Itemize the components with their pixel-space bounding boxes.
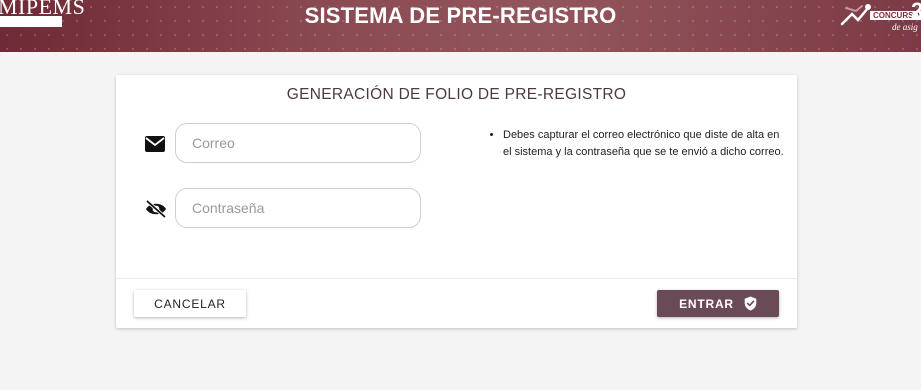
login-card: GENERACIÓN DE FOLIO DE PRE-REGISTRO Debe…: [116, 75, 797, 328]
cancel-button[interactable]: CANCELAR: [134, 290, 246, 317]
card-title: GENERACIÓN DE FOLIO DE PRE-REGISTRO: [286, 86, 627, 103]
footer-divider: [116, 278, 797, 279]
page-title: SISTEMA DE PRE-REGISTRO: [304, 3, 617, 28]
logo-right-number: 2: [911, 0, 921, 23]
password-row: [144, 188, 424, 230]
password-field[interactable]: [175, 188, 421, 228]
logo-right: CONCURSO 2 de asig: [836, 0, 921, 36]
shield-check-icon: [744, 296, 757, 311]
email-row: [144, 123, 424, 165]
header-banner: MIPEMS SISTEMA DE PRE-REGISTRO CONCURSO …: [0, 0, 921, 52]
enter-button-label: ENTRAR: [679, 296, 734, 311]
enter-button[interactable]: ENTRAR: [657, 290, 779, 317]
logo-right-subtitle: de asig: [892, 22, 918, 32]
eye-off-icon[interactable]: [144, 199, 168, 219]
info-panel: Debes capturar el correo electrónico que…: [488, 127, 786, 161]
info-text: Debes capturar el correo electrónico que…: [503, 127, 786, 161]
envelope-icon: [144, 135, 168, 153]
runner-logo-icon: [840, 4, 871, 26]
email-field[interactable]: [175, 123, 421, 163]
